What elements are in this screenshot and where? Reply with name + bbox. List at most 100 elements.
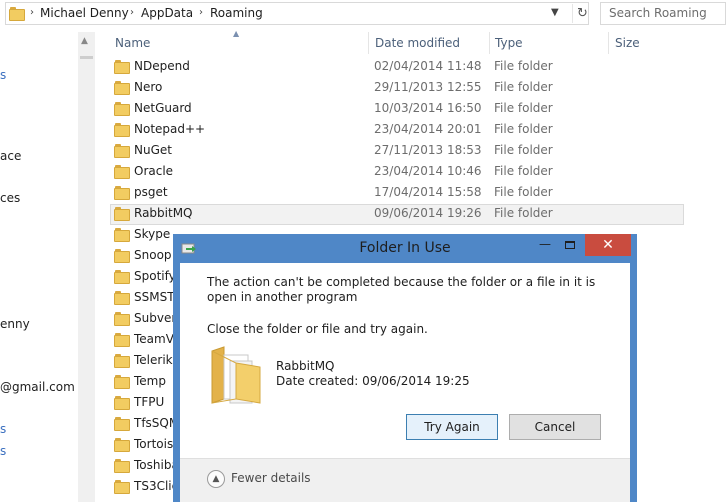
nav-item-workspace[interactable]: ace — [0, 149, 21, 163]
folder-icon — [114, 480, 130, 494]
folder-icon — [9, 7, 25, 21]
address-row: › Michael Denny › AppData › Roaming ▼ ↻ … — [0, 0, 726, 28]
column-header-type[interactable]: Type — [495, 36, 523, 50]
breadcrumb-separator-icon[interactable]: › — [30, 7, 34, 18]
column-divider[interactable] — [368, 32, 369, 54]
list-item[interactable]: Nero 29/11/2013 12:55 File folder — [110, 78, 684, 99]
breadcrumb-roaming[interactable]: Roaming — [210, 6, 263, 20]
nav-item-marker[interactable]: s — [0, 422, 6, 436]
cancel-button[interactable]: Cancel — [509, 414, 601, 440]
folder-icon — [114, 438, 130, 452]
scroll-up-icon[interactable]: ▲ — [81, 36, 88, 46]
dialog-message: The action can't be completed because th… — [207, 275, 596, 304]
folder-icon — [114, 207, 130, 221]
file-name: Telerik — [134, 353, 173, 367]
minimize-button[interactable]: — — [535, 237, 555, 255]
nav-item-marker[interactable]: s — [0, 68, 6, 82]
file-name: Temp — [134, 374, 166, 388]
folder-icon — [114, 312, 130, 326]
fewer-details-link[interactable]: Fewer details — [231, 471, 311, 485]
file-name: RabbitMQ — [134, 206, 193, 220]
breadcrumb-separator-icon[interactable]: › — [130, 7, 134, 18]
list-item[interactable]: NDepend 02/04/2014 11:48 File folder — [110, 57, 684, 78]
file-name: Tortois — [134, 437, 174, 451]
file-name: Oracle — [134, 164, 174, 178]
folder-icon — [114, 396, 130, 410]
breadcrumb-appdata[interactable]: AppData — [141, 6, 193, 20]
breadcrumb-separator-icon[interactable]: › — [199, 7, 203, 18]
file-name: TeamVi — [134, 332, 177, 346]
explorer-window: › Michael Denny › AppData › Roaming ▼ ↻ … — [0, 0, 726, 502]
folder-icon — [114, 81, 130, 95]
folder-icon — [114, 459, 130, 473]
item-date-created: Date created: 09/06/2014 19:25 — [276, 374, 470, 388]
chevron-down-icon[interactable]: ▼ — [551, 7, 559, 18]
file-type: File folder — [494, 185, 553, 199]
scroll-thumb[interactable] — [80, 56, 93, 59]
maximize-icon — [565, 241, 575, 249]
folder-icon — [114, 417, 130, 431]
file-date: 17/04/2014 15:58 — [374, 185, 482, 199]
column-header-name[interactable]: Name — [115, 36, 150, 50]
search-placeholder: Search Roaming — [609, 6, 707, 20]
file-name: Nero — [134, 80, 163, 94]
folder-icon — [114, 270, 130, 284]
file-date: 29/11/2013 12:55 — [374, 80, 482, 94]
dialog-footer: ▲ Fewer details — [180, 458, 630, 502]
file-type: File folder — [494, 101, 553, 115]
column-divider[interactable] — [489, 32, 490, 54]
breadcrumb-michael-denny[interactable]: Michael Denny — [40, 6, 129, 20]
folder-icon — [114, 249, 130, 263]
file-type: File folder — [494, 143, 553, 157]
file-name: NDepend — [134, 59, 190, 73]
refresh-icon[interactable]: ↻ — [572, 4, 592, 23]
folder-in-use-dialog: Folder In Use — ✕ The action can't be co… — [173, 234, 637, 502]
search-input[interactable]: Search Roaming — [600, 2, 726, 25]
folder-icon — [114, 144, 130, 158]
folder-icon — [114, 102, 130, 116]
file-date: 02/04/2014 11:48 — [374, 59, 482, 73]
file-type: File folder — [494, 59, 553, 73]
folder-icon — [114, 333, 130, 347]
list-item[interactable]: NuGet 27/11/2013 18:53 File folder — [110, 141, 684, 162]
chevron-up-icon[interactable]: ▲ — [207, 470, 225, 488]
list-item[interactable]: Oracle 23/04/2014 10:46 File folder — [110, 162, 684, 183]
folder-icon — [114, 375, 130, 389]
dialog-body: The action can't be completed because th… — [180, 263, 630, 502]
file-name: Spotify — [134, 269, 176, 283]
address-bar[interactable]: › Michael Denny › AppData › Roaming ▼ ↻ — [5, 2, 589, 25]
folder-icon — [114, 60, 130, 74]
file-name: Snoop — [134, 248, 172, 262]
file-type: File folder — [494, 122, 553, 136]
nav-scrollbar[interactable] — [78, 32, 95, 502]
folder-icon — [114, 165, 130, 179]
close-button[interactable]: ✕ — [585, 234, 631, 256]
file-type: File folder — [494, 206, 553, 220]
list-item-selected[interactable]: RabbitMQ 09/06/2014 19:26 File folder — [110, 204, 684, 225]
file-name: NetGuard — [134, 101, 192, 115]
list-item[interactable]: psget 17/04/2014 15:58 File folder — [110, 183, 684, 204]
file-name: psget — [134, 185, 168, 199]
file-date: 23/04/2014 20:01 — [374, 122, 482, 136]
sort-ascending-icon: ▲ — [233, 29, 240, 38]
nav-item-marker[interactable]: s — [0, 444, 6, 458]
column-header-date[interactable]: Date modified — [375, 36, 460, 50]
nav-item-user[interactable]: enny — [0, 317, 30, 331]
file-type: File folder — [494, 80, 553, 94]
file-name: NuGet — [134, 143, 172, 157]
column-divider[interactable] — [608, 32, 609, 54]
maximize-button[interactable] — [559, 237, 581, 255]
file-date: 09/06/2014 19:26 — [374, 206, 482, 220]
list-item[interactable]: Notepad++ 23/04/2014 20:01 File folder — [110, 120, 684, 141]
file-date: 27/11/2013 18:53 — [374, 143, 482, 157]
column-header-size[interactable]: Size — [615, 36, 640, 50]
nav-item-places[interactable]: ces — [0, 191, 20, 205]
file-name: Skype — [134, 227, 171, 241]
list-item[interactable]: NetGuard 10/03/2014 16:50 File folder — [110, 99, 684, 120]
dialog-instruction: Close the folder or file and try again. — [207, 322, 428, 336]
folder-icon — [114, 123, 130, 137]
open-folder-icon — [210, 341, 262, 405]
file-name: Notepad++ — [134, 122, 206, 136]
item-name: RabbitMQ — [276, 359, 335, 373]
try-again-button[interactable]: Try Again — [406, 414, 498, 440]
